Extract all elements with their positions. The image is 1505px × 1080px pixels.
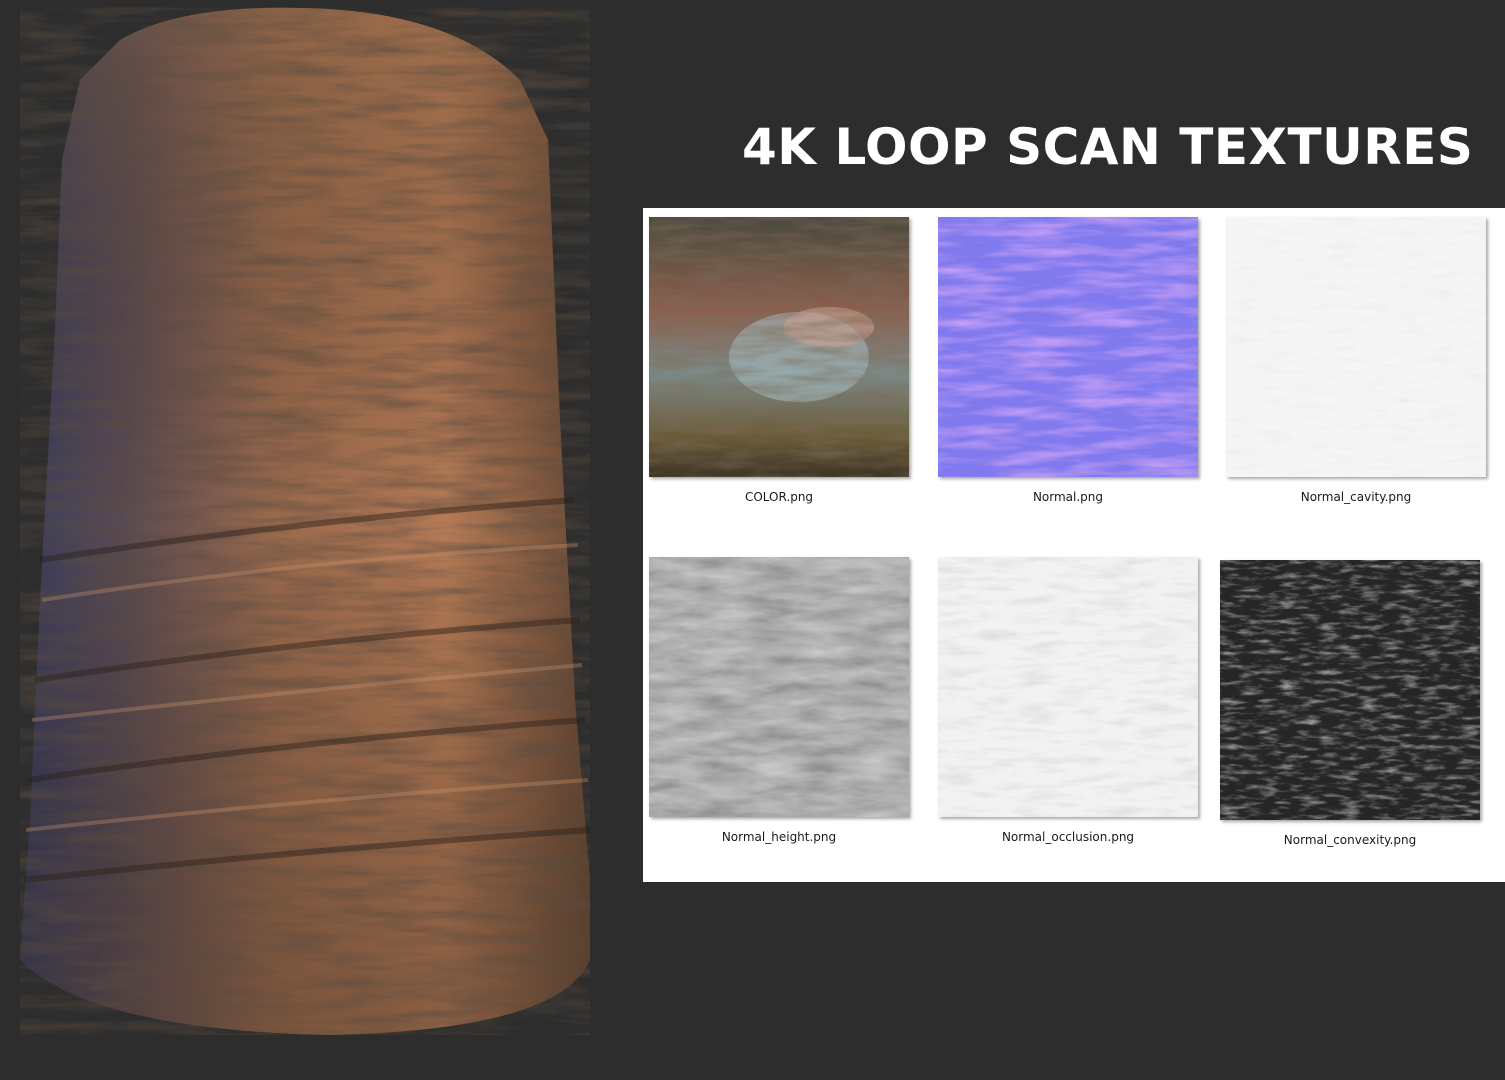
rock-scan-cylinder-icon: [20, 7, 591, 1035]
file-name: Normal_height.png: [721, 830, 837, 844]
occlusion-map-thumbnail-icon: [938, 557, 1198, 817]
file-name: COLOR.png: [744, 490, 814, 504]
file-item-height[interactable]: Normal_height.png: [649, 557, 909, 844]
file-name: Normal.png: [1032, 490, 1104, 504]
texture-file-browser: COLOR.png Normal.png Normal_cavity.png N…: [643, 208, 1505, 882]
rock-scan-preview: [0, 0, 620, 1080]
file-name: Normal_occlusion.png: [1001, 830, 1135, 844]
file-name: Normal_convexity.png: [1283, 833, 1417, 847]
page-title: 4K LOOP SCAN TEXTURES: [742, 118, 1474, 176]
color-map-thumbnail-icon: [649, 217, 909, 477]
file-name: Normal_cavity.png: [1300, 490, 1412, 504]
convexity-map-thumbnail-icon: [1220, 560, 1480, 820]
normal-map-thumbnail-icon: [938, 217, 1198, 477]
file-item-color[interactable]: COLOR.png: [649, 217, 909, 504]
texture-promo-screen: 4K LOOP SCAN TEXTURES COLOR.png Normal.p…: [0, 0, 1505, 1080]
cavity-map-thumbnail-icon: [1226, 217, 1486, 477]
file-item-normal[interactable]: Normal.png: [938, 217, 1198, 504]
height-map-thumbnail-icon: [649, 557, 909, 817]
file-item-cavity[interactable]: Normal_cavity.png: [1226, 217, 1486, 504]
file-item-convexity[interactable]: Normal_convexity.png: [1220, 560, 1480, 847]
file-item-occlusion[interactable]: Normal_occlusion.png: [938, 557, 1198, 844]
